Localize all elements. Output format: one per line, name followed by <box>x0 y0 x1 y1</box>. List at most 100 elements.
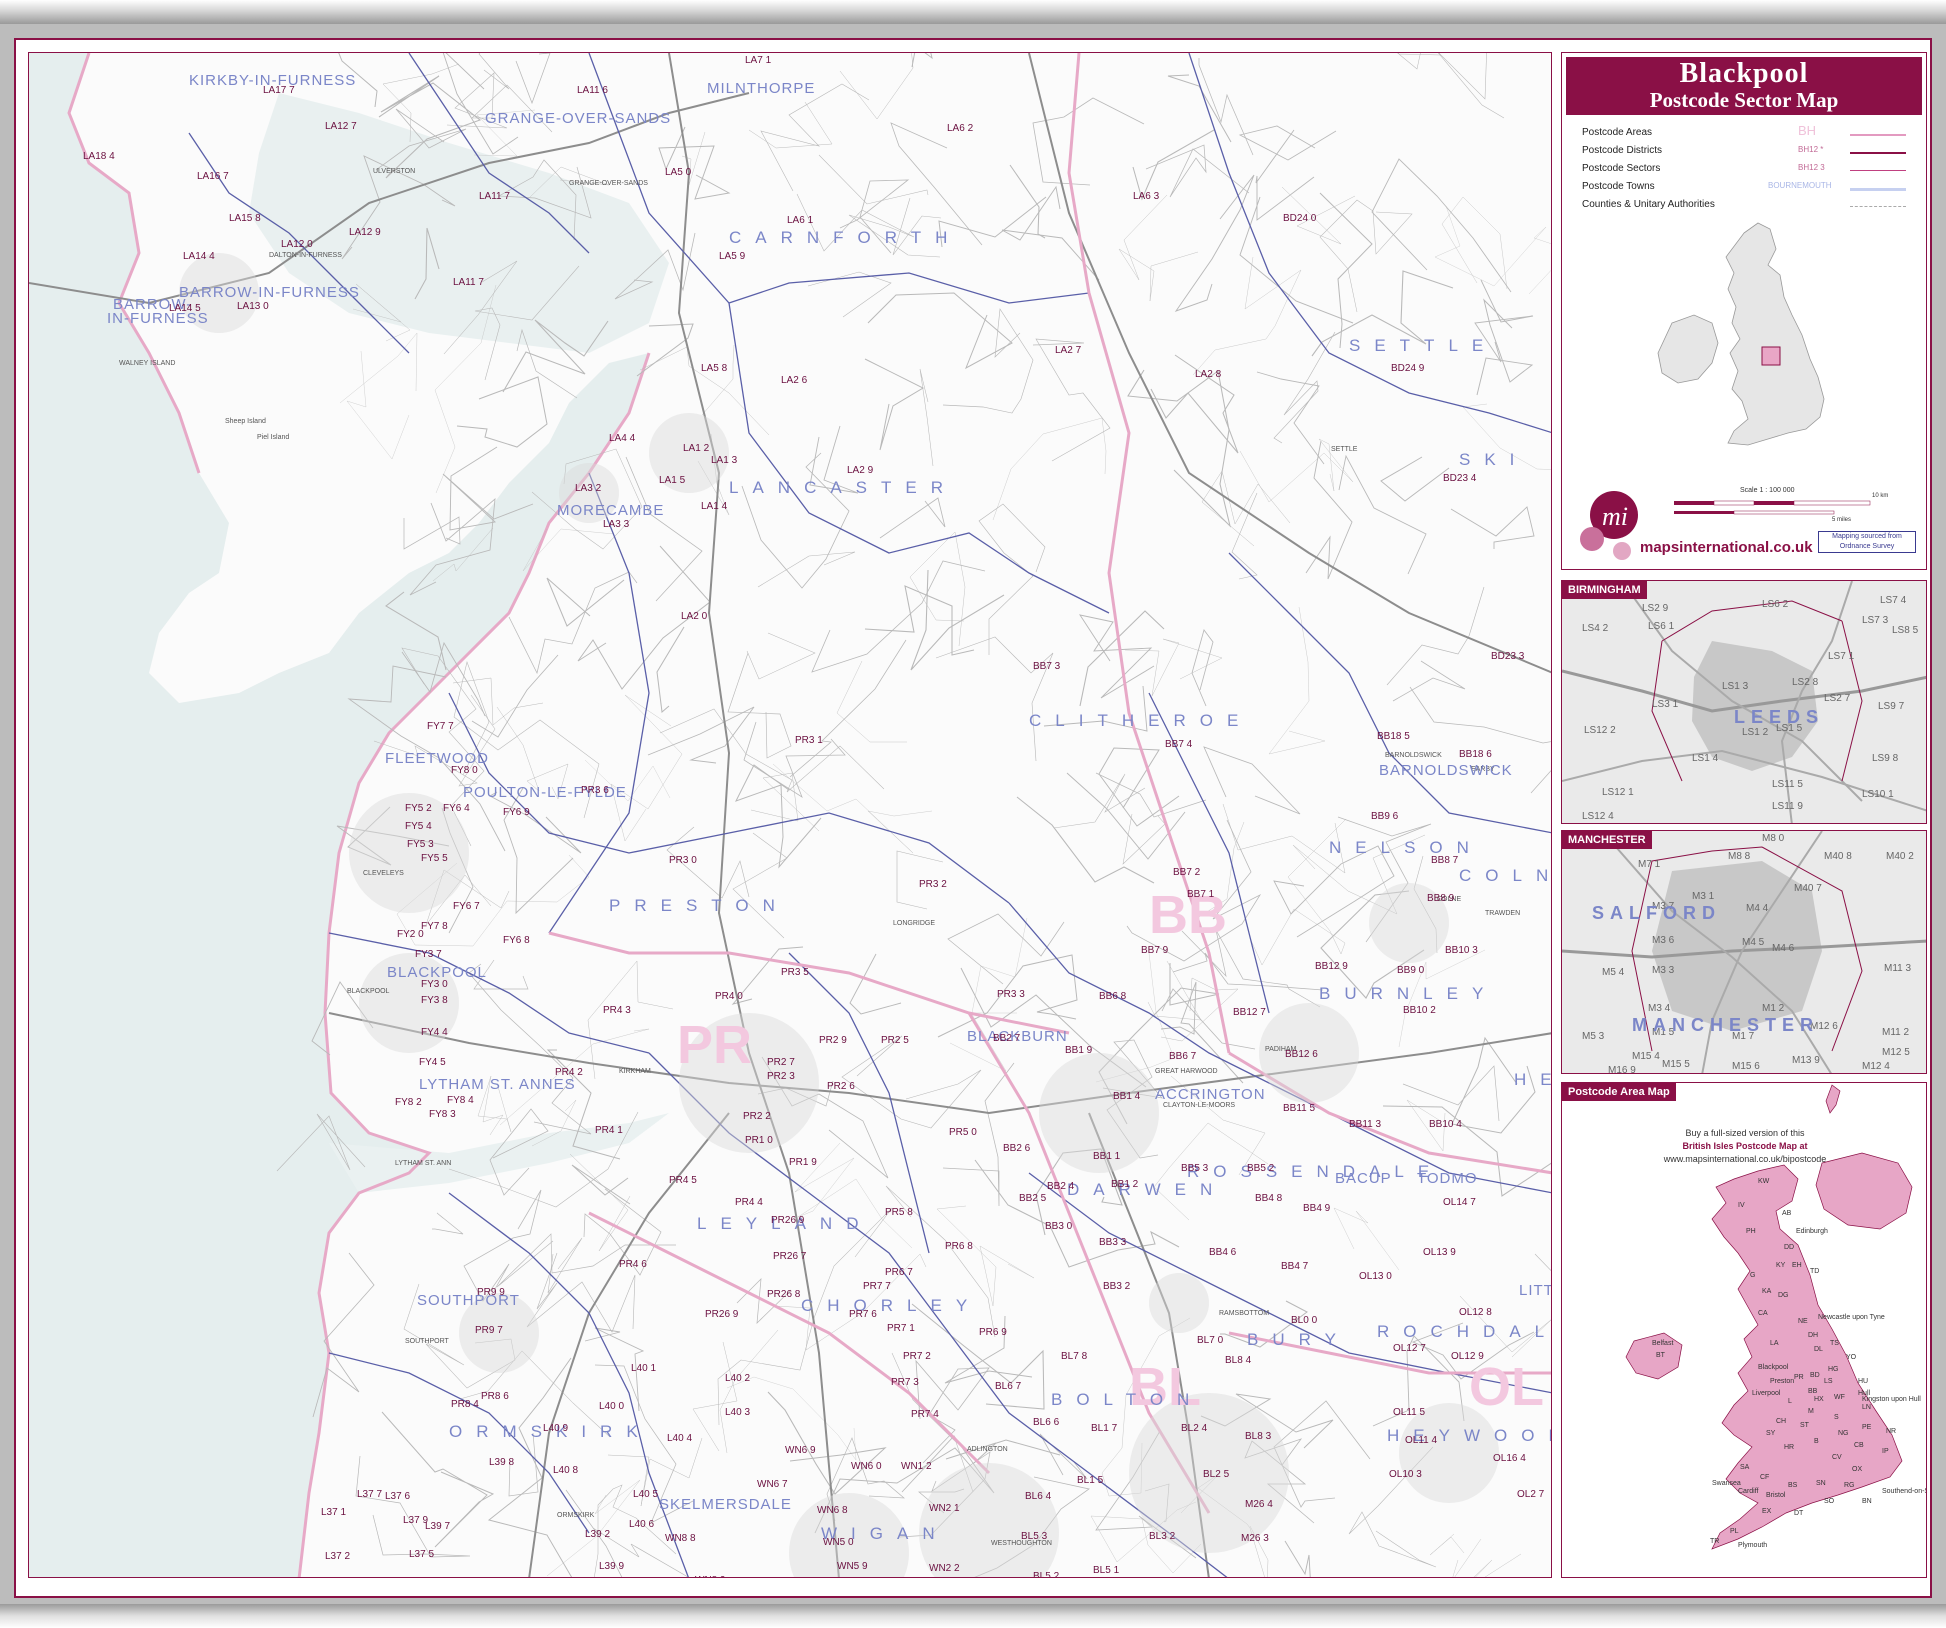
road <box>1174 174 1255 312</box>
inset-birmingham[interactable]: BIRMINGHAM LS2 9 LS6 2 LS7 4 LS4 2 LS6 1 LS7 … <box>1561 580 1927 824</box>
urban-areas <box>179 253 1499 1577</box>
road <box>547 1237 583 1294</box>
road <box>1397 53 1442 70</box>
road <box>432 1212 464 1235</box>
urban-area <box>1149 1273 1209 1333</box>
postcode-sector-label: PR3 0 <box>669 855 697 866</box>
road <box>942 308 1034 414</box>
postcode-town-label: BOLTON <box>1051 1390 1203 1409</box>
legend-panel: Blackpool Postcode Sector Map Postcode A… <box>1561 52 1927 570</box>
postcode-sector-label: FY7 8 <box>421 921 448 932</box>
inset-sector-label: M40 7 <box>1794 883 1822 894</box>
postcode-sector-label: LA2 7 <box>1055 345 1082 356</box>
road <box>1319 199 1413 313</box>
postcode-sector-label: BB4 6 <box>1209 1247 1237 1258</box>
postcode-sector-label: PR3 1 <box>795 735 823 746</box>
inset-sector-label: LS1 2 <box>1742 727 1769 738</box>
road <box>1268 606 1326 755</box>
postcode-sector-label: BB10 3 <box>1445 945 1478 956</box>
postcode-sector-label: PR1 9 <box>789 1157 817 1168</box>
road <box>1203 746 1301 815</box>
uk-area-code: IP <box>1882 1448 1889 1455</box>
place-name: ULVERSTON <box>373 168 415 175</box>
inset-map-manchester: M8 0M7 1M8 8 M40 8 M40 2M3 7M3 1M4 4M40 7M… <box>1562 831 1926 1073</box>
road <box>1016 796 1155 884</box>
road <box>807 271 892 318</box>
uk-area-code: BN <box>1862 1498 1872 1505</box>
postcode-sector-label: PR3 2 <box>919 879 947 890</box>
inset-sector-label: LS9 8 <box>1872 753 1899 764</box>
place-name: RAMSBOTTOM <box>1219 1310 1269 1317</box>
london-inset <box>1815 1152 1913 1230</box>
uk-area-code: NE <box>1798 1318 1808 1325</box>
road <box>1473 1553 1522 1577</box>
postcode-town-label: TODMO <box>1417 1170 1478 1187</box>
postcode-sector-label: WN2 2 <box>929 1563 960 1574</box>
postcode-sector-label: BL6 4 <box>1025 1491 1052 1502</box>
uk-place-name: Southend-on-Sea <box>1882 1488 1927 1495</box>
postcode-sector-label: BL5 2 <box>1033 1571 1060 1578</box>
inset-sector-label: LS2 8 <box>1792 677 1819 688</box>
postcode-sector-label: WN6 9 <box>785 1445 816 1456</box>
postcode-sector-label: LA1 2 <box>683 443 710 454</box>
inset-title: BIRMINGHAM <box>1562 581 1647 599</box>
postcode-sector-label: WN6 7 <box>757 1479 788 1490</box>
postcode-town-label: MILNTHORPE <box>707 80 815 97</box>
road <box>339 332 418 404</box>
postcode-sector-label: BB2 6 <box>1003 1143 1031 1154</box>
postcode-sector-label: LA2 8 <box>1195 369 1222 380</box>
uk-place-name: Liverpool <box>1752 1390 1781 1397</box>
postcode-sector-label: BL0 0 <box>1291 1315 1318 1326</box>
postcode-sector-label: OL16 4 <box>1493 1453 1526 1464</box>
postcode-sector-label: OL12 8 <box>1459 1307 1492 1318</box>
postcode-sector-label: FY4 4 <box>421 1027 448 1038</box>
road <box>974 1159 1180 1268</box>
major-road <box>328 1012 1551 1115</box>
postcode-sector-label: LA14 5 <box>169 303 201 314</box>
uk-area-code: YO <box>1846 1354 1857 1361</box>
road <box>1256 371 1325 465</box>
inset-sector-label: LS4 2 <box>1582 623 1609 634</box>
postcode-sector-label: BB1 9 <box>1065 1045 1093 1056</box>
postcode-sector-label: OL13 0 <box>1359 1271 1392 1282</box>
postcode-area-boundaries <box>548 53 1551 1514</box>
uk-area-code: AB <box>1782 1210 1792 1217</box>
postcode-sector-label: BB9 6 <box>1371 811 1399 822</box>
inset-sector-label: M3 1 <box>1692 891 1715 902</box>
postcode-sector-label: LA5 0 <box>665 167 692 178</box>
uk-area-code: B <box>1814 1438 1819 1445</box>
postcode-sector-label: BB12 6 <box>1285 1049 1318 1060</box>
inset-map-leeds: LS2 9 LS6 2 LS7 4 LS4 2 LS6 1 LS7 3LS8 5 LS7 1… <box>1562 581 1926 823</box>
postcode-sector-label: FY6 8 <box>503 935 530 946</box>
postcode-area-map-panel[interactable]: Postcode Area Map Buy a full-sized versi… <box>1561 1082 1927 1578</box>
logo-circle-small <box>1580 527 1604 551</box>
postcode-sector-label: BB18 5 <box>1377 731 1410 742</box>
postcode-sector-label: FY5 3 <box>407 839 434 850</box>
inset-sector-label: LS6 1 <box>1648 621 1675 632</box>
road <box>864 358 925 451</box>
postcode-sector-label: PR26 9 <box>771 1215 805 1226</box>
postcode-sector-label: LA11 6 <box>577 85 608 96</box>
road <box>757 551 856 588</box>
road <box>508 571 638 675</box>
place-name: Piel Island <box>257 434 289 441</box>
postcode-sector-label: BB9 0 <box>1397 965 1425 976</box>
postcode-sector-label: FY7 7 <box>427 721 454 732</box>
uk-area-code: IV <box>1738 1202 1745 1209</box>
website-link[interactable]: mapsinternational.co.uk <box>1640 539 1813 556</box>
postcode-sector-label: FY5 4 <box>405 821 432 832</box>
scale-label: Scale 1 : 100 000 <box>1740 487 1795 494</box>
postcode-sector-label: FY5 2 <box>405 803 432 814</box>
uk-place-name: Kingston upon Hull <box>1862 1396 1921 1403</box>
uk-place-name: Plymouth <box>1738 1542 1767 1549</box>
road <box>1160 977 1239 1042</box>
inset-sector-label: M3 6 <box>1652 935 1675 946</box>
main-map[interactable]: BB PR BL OL ULVERSTON GRANGE-OVER-SANDS DALTO… <box>28 52 1552 1578</box>
locator-ireland <box>1657 314 1719 384</box>
inset-title: Postcode Area Map <box>1562 1083 1676 1101</box>
postcode-sector-label: LA2 9 <box>847 465 874 476</box>
postcode-sector-label: BL2 5 <box>1203 1469 1230 1480</box>
postcode-sector-label: L40 3 <box>725 1407 750 1418</box>
place-name: DALTON-IN-FURNESS <box>269 252 342 259</box>
inset-manchester[interactable]: MANCHESTER M8 0 M7 1 M8 8 M40 8 M40 2 M3 7 M3 … <box>1561 830 1927 1074</box>
